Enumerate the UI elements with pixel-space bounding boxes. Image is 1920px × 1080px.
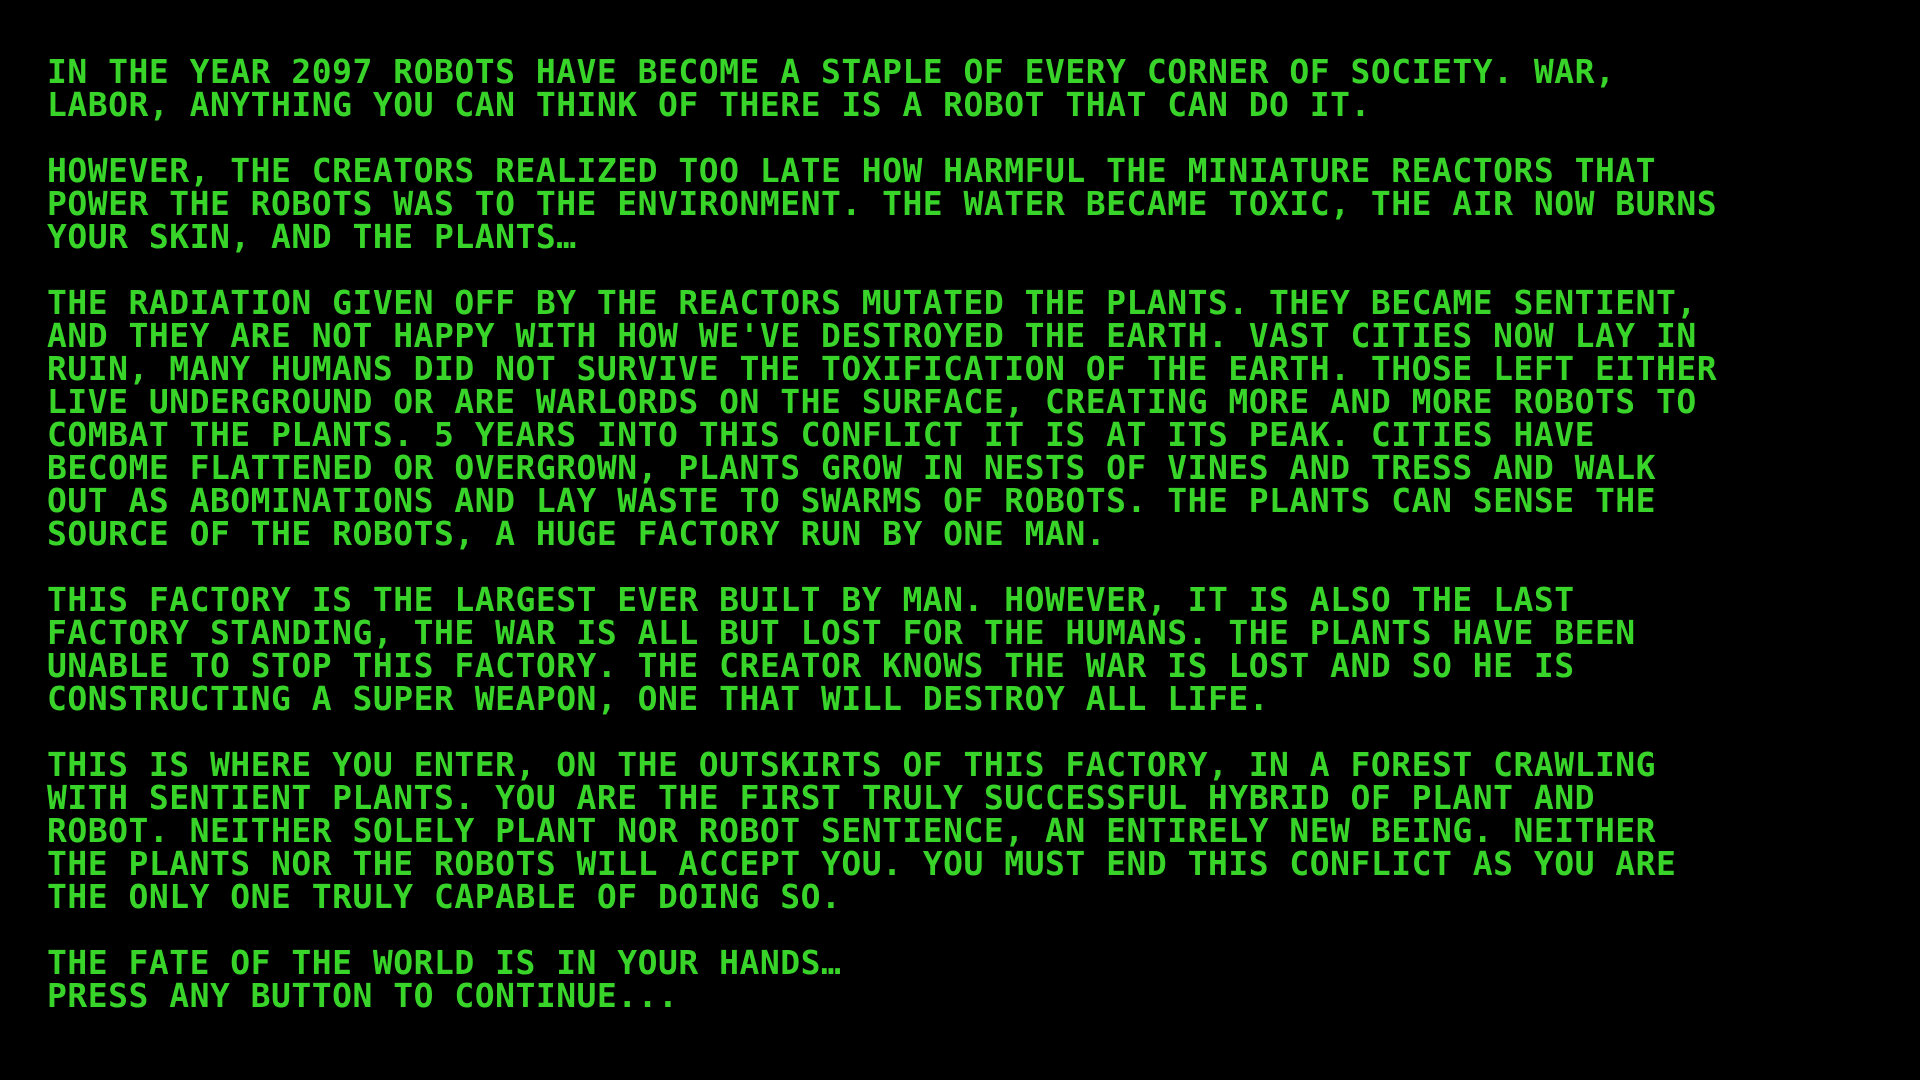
story-line: THE RADIATION GIVEN OFF BY THE REACTORS …: [47, 283, 1697, 322]
story-paragraph-1: IN THE YEAR 2097 ROBOTS HAVE BECOME A ST…: [47, 55, 1907, 121]
story-paragraph-6: THE FATE OF THE WORLD IS IN YOUR HANDS… …: [47, 946, 1907, 1012]
story-line: FACTORY STANDING, THE WAR IS ALL BUT LOS…: [47, 613, 1636, 652]
story-line: WITH SENTIENT PLANTS. YOU ARE THE FIRST …: [47, 778, 1595, 817]
story-line: COMBAT THE PLANTS. 5 YEARS INTO THIS CON…: [47, 415, 1595, 454]
story-line: THIS IS WHERE YOU ENTER, ON THE OUTSKIRT…: [47, 745, 1657, 784]
press-any-button-prompt[interactable]: PRESS ANY BUTTON TO CONTINUE...: [47, 979, 1907, 1012]
story-line: OUT AS ABOMINATIONS AND LAY WASTE TO SWA…: [47, 481, 1657, 520]
story-line: SOURCE OF THE ROBOTS, A HUGE FACTORY RUN…: [47, 514, 1107, 553]
story-line: LIVE UNDERGROUND OR ARE WARLORDS ON THE …: [47, 382, 1697, 421]
story-line: YOUR SKIN, AND THE PLANTS…: [47, 217, 577, 256]
story-line: THE PLANTS NOR THE ROBOTS WILL ACCEPT YO…: [47, 844, 1677, 883]
story-closing-line: THE FATE OF THE WORLD IS IN YOUR HANDS…: [47, 943, 842, 982]
story-line: RUIN, MANY HUMANS DID NOT SURVIVE THE TO…: [47, 349, 1718, 388]
story-line: ROBOT. NEITHER SOLELY PLANT NOR ROBOT SE…: [47, 811, 1657, 850]
story-paragraph-5: THIS IS WHERE YOU ENTER, ON THE OUTSKIRT…: [47, 748, 1907, 913]
story-line: IN THE YEAR 2097 ROBOTS HAVE BECOME A ST…: [47, 52, 1616, 91]
story-line: THIS FACTORY IS THE LARGEST EVER BUILT B…: [47, 580, 1575, 619]
story-line: CONSTRUCTING A SUPER WEAPON, ONE THAT WI…: [47, 679, 1270, 718]
story-paragraph-2: HOWEVER, THE CREATORS REALIZED TOO LATE …: [47, 154, 1907, 253]
story-paragraph-4: THIS FACTORY IS THE LARGEST EVER BUILT B…: [47, 583, 1907, 715]
story-line: UNABLE TO STOP THIS FACTORY. THE CREATOR…: [47, 646, 1575, 685]
story-line: HOWEVER, THE CREATORS REALIZED TOO LATE …: [47, 151, 1657, 190]
story-line: LABOR, ANYTHING YOU CAN THINK OF THERE I…: [47, 85, 1371, 124]
story-text: IN THE YEAR 2097 ROBOTS HAVE BECOME A ST…: [47, 55, 1907, 1045]
story-line: POWER THE ROBOTS WAS TO THE ENVIRONMENT.…: [47, 184, 1718, 223]
story-line: BECOME FLATTENED OR OVERGROWN, PLANTS GR…: [47, 448, 1657, 487]
story-paragraph-3: THE RADIATION GIVEN OFF BY THE REACTORS …: [47, 286, 1907, 550]
story-line: THE ONLY ONE TRULY CAPABLE OF DOING SO.: [47, 877, 842, 916]
intro-story-screen[interactable]: IN THE YEAR 2097 ROBOTS HAVE BECOME A ST…: [0, 0, 1920, 1080]
story-line: AND THEY ARE NOT HAPPY WITH HOW WE'VE DE…: [47, 316, 1697, 355]
